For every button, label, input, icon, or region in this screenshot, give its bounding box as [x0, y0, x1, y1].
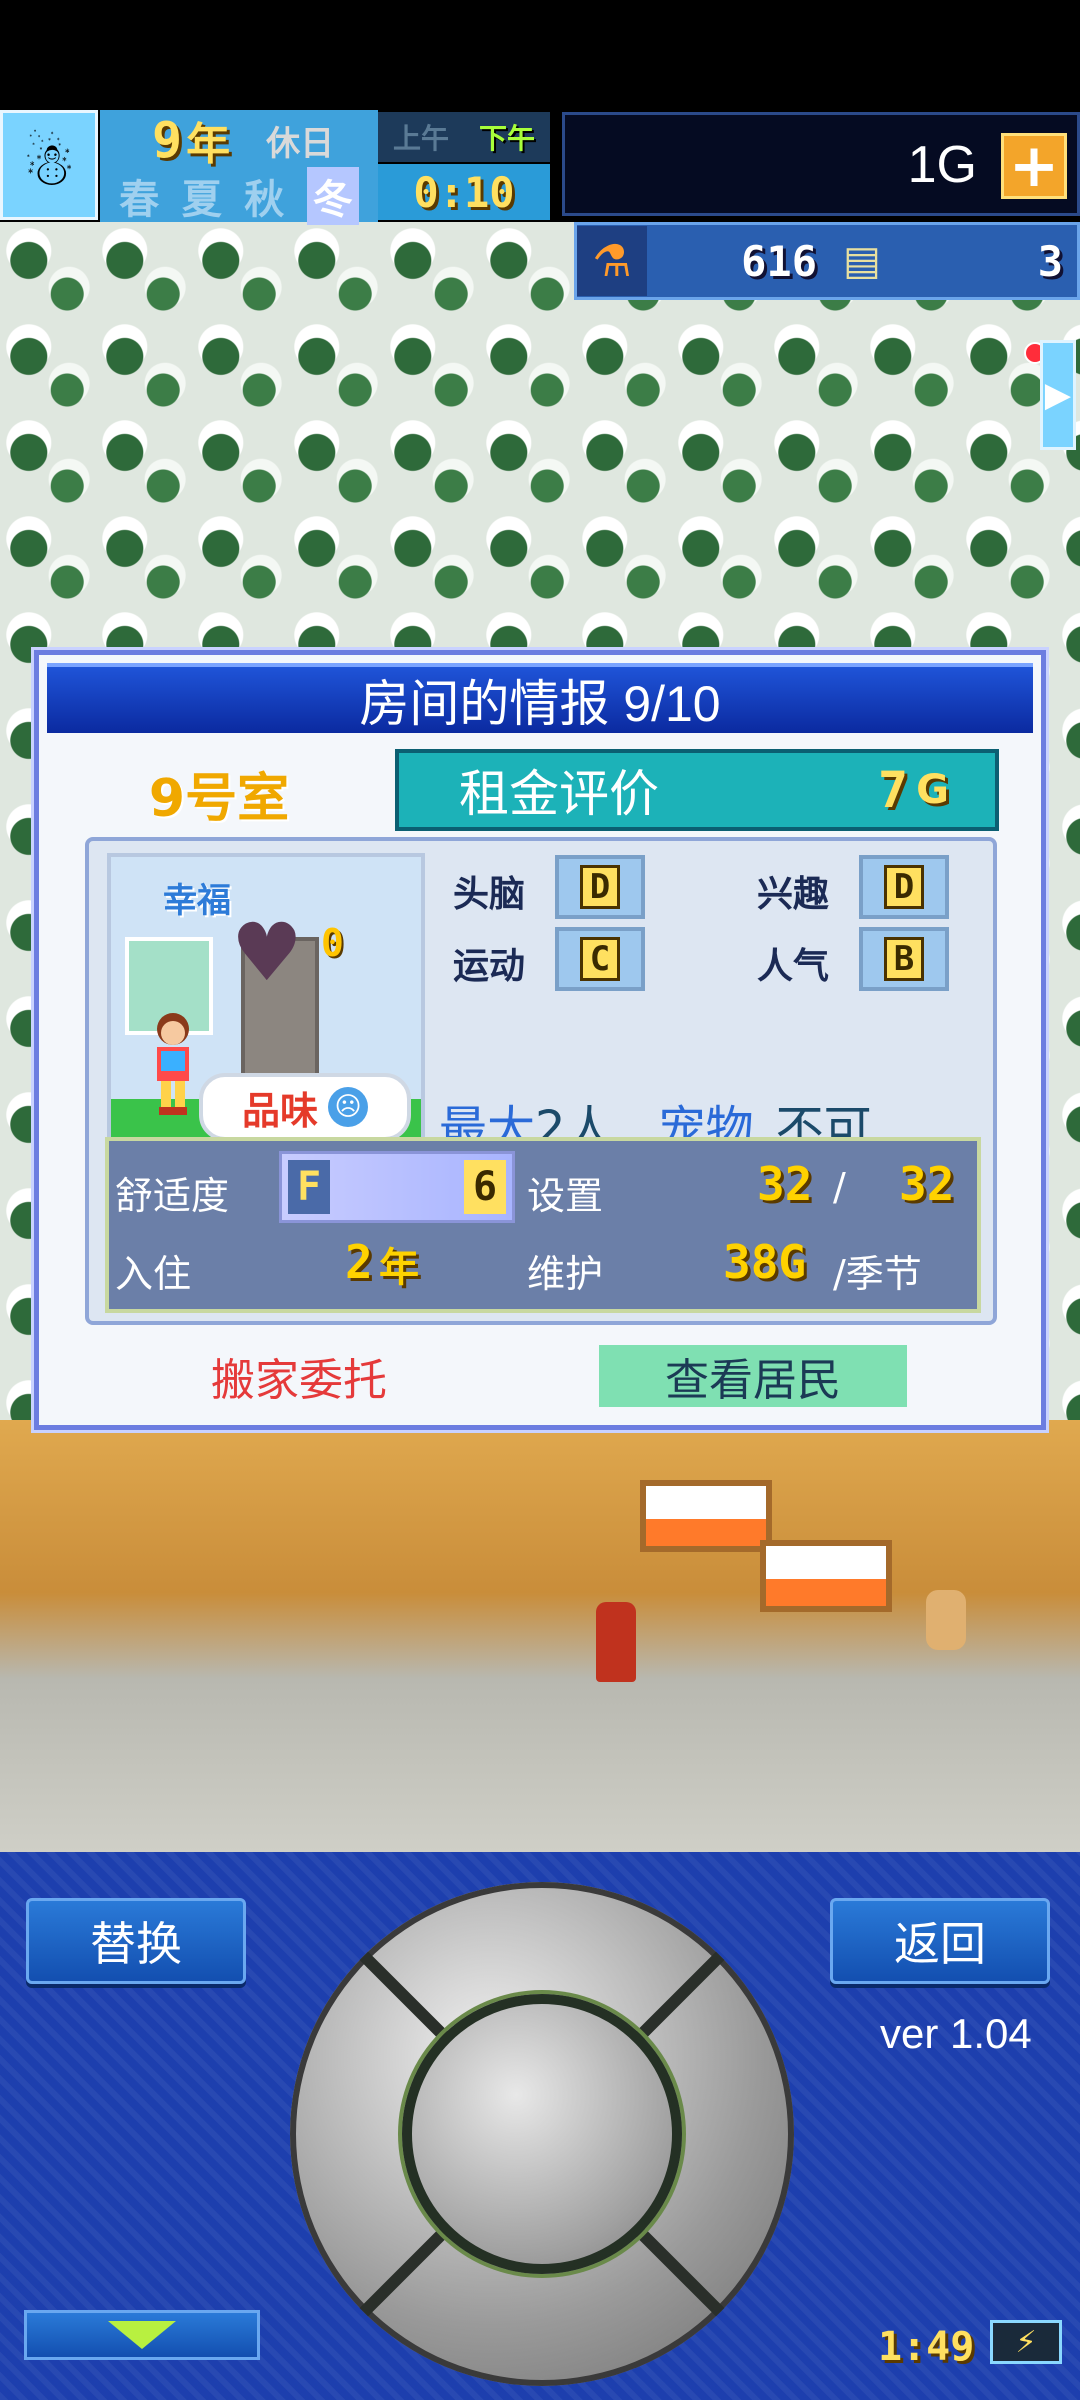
residence-label: 入住	[115, 1252, 192, 1296]
panel-title: 房间的情报 9/10	[47, 663, 1033, 733]
am-pm-indicator: 上午 下午	[378, 112, 550, 162]
snowman-icon[interactable]: ☃	[0, 110, 98, 220]
comfort-grade: F	[288, 1160, 330, 1214]
stat-label-sports: 运动	[453, 946, 526, 987]
comfort-max: 6	[464, 1160, 506, 1214]
money-display: 1G +	[562, 112, 1080, 216]
bed-furniture	[760, 1540, 892, 1612]
room-details: 幸福 ♥ 0 品味 ☹ 头脑 D 兴趣 D 运动 C 人气 B 最大 2人 宠物…	[85, 837, 997, 1325]
ticket-icon: ▤	[843, 238, 881, 284]
game-clock: 1:49	[878, 2324, 975, 2370]
taste-label: 品味	[241, 1088, 318, 1133]
resident-character[interactable]	[926, 1590, 966, 1650]
rent-value: 7	[878, 761, 909, 819]
facilities-max: 32	[899, 1157, 955, 1211]
stat-label-popularity: 人气	[757, 946, 830, 987]
maintenance-label: 维护	[527, 1252, 604, 1296]
comfort-label: 舒适度	[115, 1174, 230, 1218]
move-out-request-button[interactable]: 搬家委托	[159, 1345, 439, 1407]
season-indicator: 春 夏 秋 冬	[100, 167, 378, 225]
maintenance-unit: /季节	[833, 1252, 922, 1296]
am-label: 上午	[392, 122, 449, 155]
rent-label: 租金评价	[459, 765, 659, 823]
resource-bar: ⚗ 616 ▤ 3	[574, 222, 1080, 300]
year-unit: 年	[186, 119, 231, 170]
triangle-down-icon	[108, 2321, 176, 2349]
flask-icon: ⚗	[577, 226, 647, 296]
dpad-center-button[interactable]	[402, 1994, 682, 2274]
heart-count: 0	[321, 921, 344, 965]
directional-pad[interactable]	[290, 1882, 794, 2386]
version-label: ver 1.04	[880, 2010, 1032, 2057]
resident-character[interactable]	[596, 1602, 636, 1682]
year-display: 9 年 休日	[100, 110, 378, 170]
apartment-building[interactable]	[0, 1420, 1080, 1852]
chevron-right-icon[interactable]: ▶	[1040, 340, 1076, 450]
stat-grade-popularity: B	[859, 927, 949, 991]
year-number: 9	[152, 111, 183, 169]
happiness-label: 幸福	[163, 881, 231, 921]
season-summer: 夏	[181, 177, 222, 223]
stat-grade-interest: D	[859, 855, 949, 919]
residence-years: 2	[345, 1235, 373, 1289]
room-name: 9号室	[148, 768, 290, 829]
room-stats: 舒适度 F 6 设置 32 / 32 入住 2 年 维护 38G /季节	[105, 1137, 981, 1313]
stat-label-brains: 头脑	[453, 874, 526, 915]
add-money-button[interactable]: +	[1001, 133, 1067, 199]
season-spring: 春	[119, 177, 160, 223]
rent-unit: G	[916, 767, 949, 813]
time-display: 0:10	[378, 164, 550, 220]
ticket-count: 3	[1037, 236, 1063, 286]
season-winter: 冬	[306, 167, 359, 225]
facilities-current: 32	[757, 1157, 813, 1211]
pm-label: 下午	[478, 122, 535, 155]
sad-face-icon: ☹	[328, 1087, 368, 1127]
stat-grade-sports: C	[555, 927, 645, 991]
back-button[interactable]: 返回	[830, 1898, 1050, 1984]
facilities-label: 设置	[527, 1174, 604, 1218]
stat-grade-brains: D	[555, 855, 645, 919]
resident-portrait	[157, 1013, 189, 1115]
taste-bubble: 品味 ☹	[199, 1073, 411, 1141]
room-info-panel: 房间的情报 9/10 9号室 租金评价 7 G 幸福 ♥ 0 品味 ☹ 头脑 D…	[34, 650, 1046, 1430]
money-value: 1G	[907, 136, 977, 194]
facilities-separator: /	[833, 1165, 846, 1209]
comfort-bar: F 6	[279, 1151, 515, 1223]
heart-icon: ♥	[231, 906, 303, 999]
bed-furniture	[640, 1480, 772, 1552]
view-residents-button[interactable]: 查看居民	[599, 1345, 907, 1407]
research-points: 616	[741, 236, 817, 286]
holiday-label: 休日	[266, 123, 335, 164]
swap-button[interactable]: 替换	[26, 1898, 246, 1984]
menu-toggle-button[interactable]	[24, 2310, 260, 2360]
rent-rating: 租金评价 7 G	[395, 749, 999, 831]
residence-unit: 年	[379, 1245, 419, 1291]
season-autumn: 秋	[244, 177, 285, 223]
maintenance-value: 38G	[723, 1235, 807, 1289]
stat-label-interest: 兴趣	[757, 874, 830, 915]
lightning-icon[interactable]: ⚡	[990, 2320, 1062, 2364]
